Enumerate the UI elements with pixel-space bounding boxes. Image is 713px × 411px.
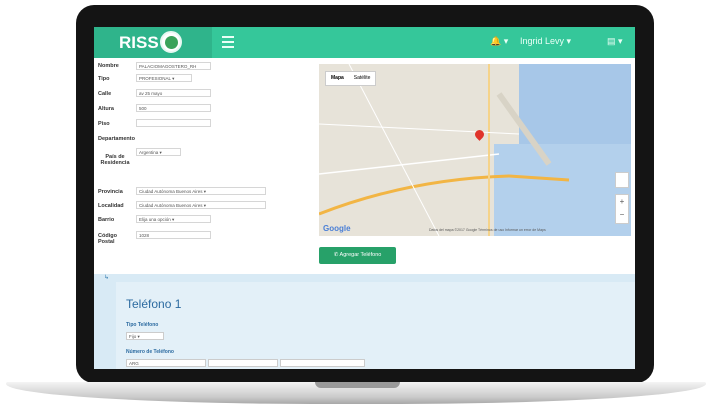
add-phone-button[interactable]: ✆ Agregar Teléfono (319, 247, 396, 264)
phone-area-input[interactable] (208, 359, 278, 367)
label-piso: Piso (98, 121, 110, 127)
label-tipo: Tipo (98, 76, 110, 82)
collapse-toggle-icon[interactable]: ↳ (104, 274, 112, 282)
location-map[interactable]: Mapa Satélite + − Google Datos del mapa … (319, 64, 631, 236)
phone-section: ↳ Teléfono 1 Tipo Teléfono Fijo ▾ Número… (94, 274, 635, 369)
map-roads (319, 64, 570, 236)
nombre-input[interactable]: PALACIOMAGOSTERO_RH (136, 62, 211, 70)
street-view-icon[interactable] (615, 172, 629, 188)
map-type-toggle[interactable]: Mapa Satélite (325, 71, 377, 86)
phone-country-select[interactable]: ARG (126, 359, 206, 367)
label-pais: País de Residencia (100, 154, 130, 166)
top-navbar: RISS 🔔 ▾ Ingrid Levy ▾ ▤ ▾ (94, 27, 635, 58)
zoom-controls[interactable]: + − (615, 194, 629, 224)
phone-card: Teléfono 1 Tipo Teléfono Fijo ▾ Número d… (116, 282, 635, 369)
label-localidad: Localidad (98, 203, 124, 209)
map-type-satellite[interactable]: Satélite (349, 72, 376, 85)
label-altura: Altura (98, 106, 114, 112)
label-barrio: Barrio (98, 217, 115, 223)
label-calle: Calle (98, 91, 112, 97)
zoom-in-button[interactable]: + (616, 195, 628, 208)
map-footer[interactable]: Datos del mapa ©2017 Google Términos de … (429, 228, 546, 232)
phone-type-label: Tipo Teléfono (126, 322, 159, 328)
phone-number-input[interactable] (280, 359, 365, 367)
user-menu[interactable]: Ingrid Levy ▾ (520, 36, 571, 47)
brand-name: RISS (119, 33, 159, 52)
provincia-select[interactable]: Ciudad Autónoma Buenos Aires ▾ (136, 187, 266, 195)
tipo-select[interactable]: PROFESIONAL ▾ (136, 74, 192, 82)
calle-input[interactable]: av 25 mayo (136, 89, 211, 97)
localidad-select[interactable]: Ciudad Autónoma Buenos Aires ▾ (136, 201, 266, 209)
zoom-out-button[interactable]: − (616, 208, 628, 221)
altura-input[interactable]: 500 (136, 104, 211, 112)
label-departamento: Departamento (98, 136, 135, 142)
codigo-postal-input[interactable]: 1028 (136, 231, 211, 239)
notifications-icon[interactable]: 🔔 ▾ (490, 36, 508, 47)
laptop-notch (315, 382, 400, 388)
pais-select[interactable]: Argentina ▾ (136, 148, 181, 156)
label-codigo-postal: Código Postal (98, 233, 117, 245)
label-nombre: Nombre (98, 63, 119, 69)
label-provincia: Provincia (98, 189, 123, 195)
menu-toggle-icon[interactable] (222, 36, 234, 48)
barrio-select[interactable]: Elija una opción ▾ (136, 215, 211, 223)
brand-area[interactable]: RISS (94, 27, 212, 58)
phone-type-select[interactable]: Fijo ▾ (126, 332, 164, 340)
piso-input[interactable] (136, 119, 211, 127)
phone-title: Teléfono 1 (126, 297, 182, 311)
map-type-map[interactable]: Mapa (326, 72, 349, 85)
brand-logo-icon (160, 31, 182, 53)
google-logo: Google (323, 224, 351, 233)
phone-number-label: Número de Teléfono (126, 349, 174, 355)
apps-menu-icon[interactable]: ▤ ▾ (607, 36, 623, 47)
app-screen: RISS 🔔 ▾ Ingrid Levy ▾ ▤ ▾ Nombre PALACI… (94, 27, 635, 369)
